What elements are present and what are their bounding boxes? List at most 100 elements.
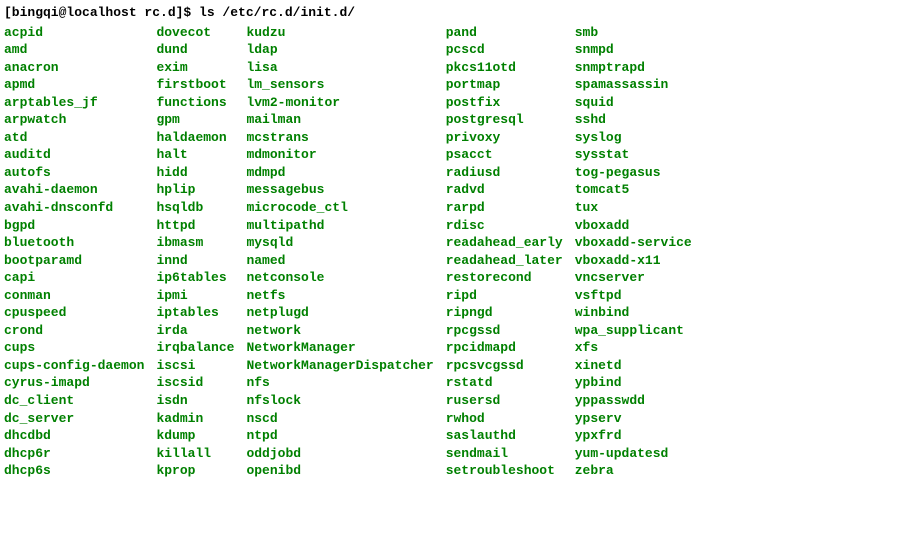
list-item: messagebus [246,181,433,199]
list-item: postgresql [446,111,563,129]
list-item: snmpd [575,41,692,59]
list-item: privoxy [446,129,563,147]
terminal-output: [bingqi@localhost rc.d]$ ls /etc/rc.d/in… [4,4,914,480]
list-item: kadmin [156,410,234,428]
list-item: snmptrapd [575,59,692,77]
list-item: ypbind [575,374,692,392]
list-item: rwhod [446,410,563,428]
list-item: haldaemon [156,129,234,147]
list-item: atd [4,129,144,147]
list-item: psacct [446,146,563,164]
list-item: avahi-daemon [4,181,144,199]
list-item: mdmpd [246,164,433,182]
list-item: ipmi [156,287,234,305]
list-item: NetworkManagerDispatcher [246,357,433,375]
list-item: tog-pegasus [575,164,692,182]
list-item: rpcsvcgssd [446,357,563,375]
list-item: named [246,252,433,270]
list-item: rarpd [446,199,563,217]
list-item: dhcdbd [4,427,144,445]
list-item: openibd [246,462,433,480]
list-item: readahead_early [446,234,563,252]
list-item: ripd [446,287,563,305]
list-item: cpuspeed [4,304,144,322]
list-item: functions [156,94,234,112]
list-item: nfs [246,374,433,392]
list-item: spamassassin [575,76,692,94]
list-item: rpcidmapd [446,339,563,357]
list-item: hsqldb [156,199,234,217]
list-item: firstboot [156,76,234,94]
list-item: lisa [246,59,433,77]
list-item: wpa_supplicant [575,322,692,340]
list-item: mdmonitor [246,146,433,164]
list-item: irqbalance [156,339,234,357]
list-item: NetworkManager [246,339,433,357]
list-item: kudzu [246,24,433,42]
list-item: dhcp6r [4,445,144,463]
list-item: vncserver [575,269,692,287]
list-item: winbind [575,304,692,322]
list-item: conman [4,287,144,305]
list-item: irda [156,322,234,340]
list-item: xfs [575,339,692,357]
list-item: cups [4,339,144,357]
column-1: acpidamdanacronapmdarptables_jfarpwatcha… [4,24,144,480]
list-item: network [246,322,433,340]
list-item: bootparamd [4,252,144,270]
list-item: hidd [156,164,234,182]
list-item: pand [446,24,563,42]
list-item: yppasswdd [575,392,692,410]
list-item: anacron [4,59,144,77]
list-item: netfs [246,287,433,305]
list-item: vboxadd [575,217,692,235]
list-item: bluetooth [4,234,144,252]
list-item: multipathd [246,217,433,235]
column-3: kudzuldaplisalm_sensorslvm2-monitormailm… [246,24,433,480]
list-item: dhcp6s [4,462,144,480]
list-item: iptables [156,304,234,322]
list-item: ibmasm [156,234,234,252]
list-item: vboxadd-service [575,234,692,252]
column-4: pandpcscdpkcs11otdportmappostfixpostgres… [446,24,563,480]
list-item: cups-config-daemon [4,357,144,375]
list-item: ip6tables [156,269,234,287]
list-item: vsftpd [575,287,692,305]
list-item: ldap [246,41,433,59]
list-item: xinetd [575,357,692,375]
list-item: nfslock [246,392,433,410]
list-item: sysstat [575,146,692,164]
list-item: microcode_ctl [246,199,433,217]
list-item: killall [156,445,234,463]
list-item: capi [4,269,144,287]
list-item: mcstrans [246,129,433,147]
list-item: squid [575,94,692,112]
list-item: readahead_later [446,252,563,270]
list-item: apmd [4,76,144,94]
column-2: dovecotdundeximfirstbootfunctionsgpmhald… [156,24,234,480]
list-item: kprop [156,462,234,480]
list-item: rstatd [446,374,563,392]
list-item: avahi-dnsconfd [4,199,144,217]
list-item: dc_client [4,392,144,410]
list-item: hplip [156,181,234,199]
list-item: amd [4,41,144,59]
list-item: restorecond [446,269,563,287]
list-item: netconsole [246,269,433,287]
list-item: radiusd [446,164,563,182]
list-item: dc_server [4,410,144,428]
list-item: mysqld [246,234,433,252]
list-item: acpid [4,24,144,42]
list-item: ypserv [575,410,692,428]
list-item: zebra [575,462,692,480]
list-item: gpm [156,111,234,129]
list-item: setroubleshoot [446,462,563,480]
list-item: iscsid [156,374,234,392]
list-item: rpcgssd [446,322,563,340]
list-item: arpwatch [4,111,144,129]
list-item: lvm2-monitor [246,94,433,112]
column-5: smbsnmpdsnmptrapdspamassassinsquidsshdsy… [575,24,692,480]
list-item: cyrus-imapd [4,374,144,392]
list-item: rdisc [446,217,563,235]
list-item: sendmail [446,445,563,463]
